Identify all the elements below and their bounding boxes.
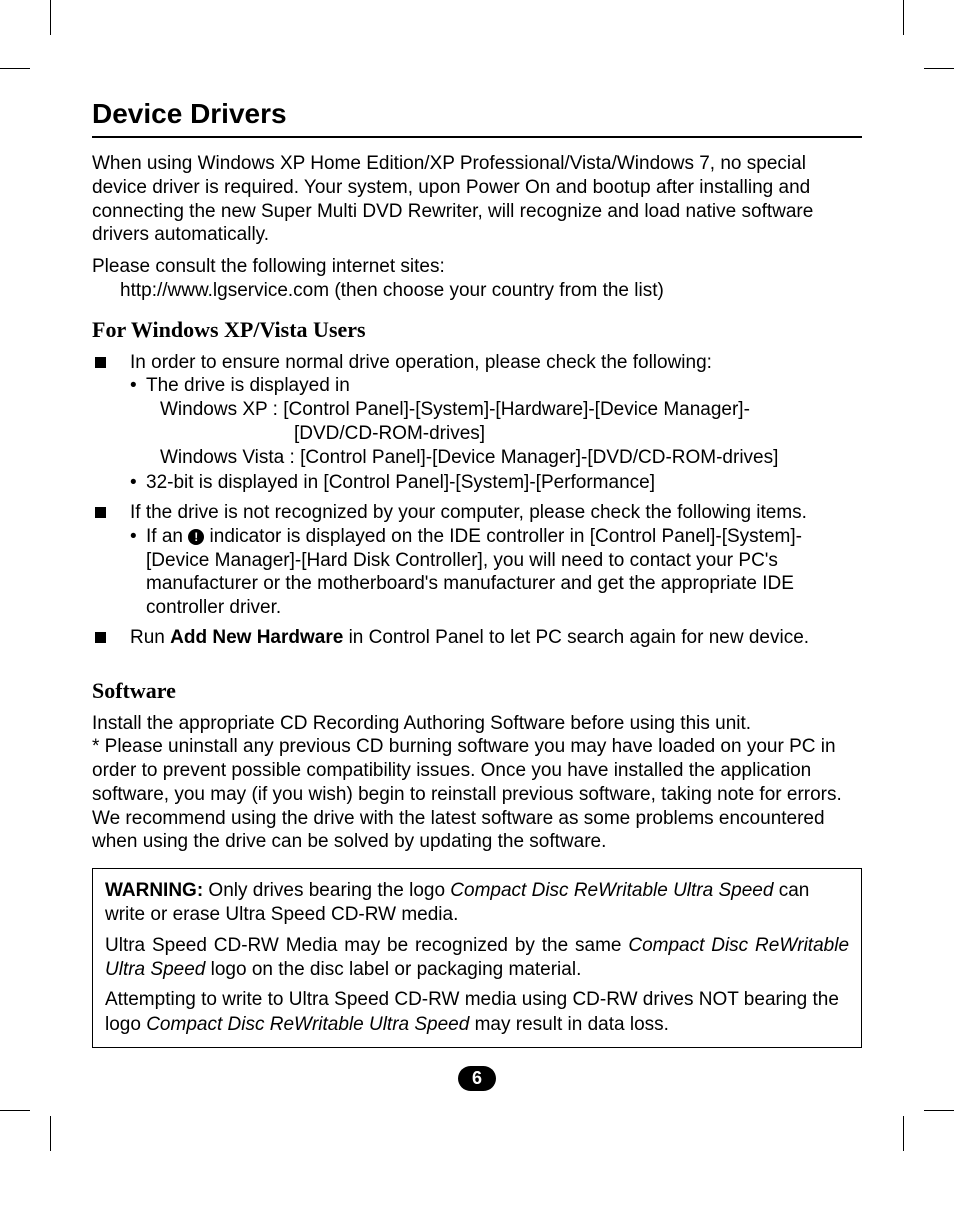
blk1-text: In order to ensure normal drive operatio… [130,352,712,373]
blk3-post: in Control Panel to let PC search again … [343,627,809,648]
warn-p2-post: logo on the disc label or packaging mate… [205,959,581,980]
crop-mark [924,1110,954,1111]
warn-p1-pre: Only drives bearing the logo [203,880,450,901]
list-item: In order to ensure normal drive operatio… [92,351,862,496]
software-line3: We recommend using the drive with the la… [92,807,862,855]
crop-mark [903,0,904,35]
blk3-pre: Run [130,627,170,648]
brand-italic: Compact Disc ReWritable Ultra Speed [146,1014,469,1035]
dot1-xp-cont: [DVD/CD-ROM-drives] [146,422,862,446]
consult-url: http://www.lgservice.com (then choose yo… [120,279,862,303]
crop-mark [50,1116,51,1151]
dot3-post: indicator is displayed on the IDE contro… [146,526,802,618]
dot1-xp: Windows XP : [Control Panel]-[System]-[H… [146,398,862,422]
brand-italic: Compact Disc ReWritable Ultra Speed [450,880,773,901]
warn-p3-post: may result in data loss. [469,1014,669,1035]
crop-mark [0,68,30,69]
warning-label: WARNING: [105,880,203,901]
software-line1: Install the appropriate CD Recording Aut… [92,712,862,736]
dot1-vista: Windows Vista : [Control Panel]-[Device … [146,446,862,470]
dot3-pre: If an [146,526,188,547]
list-item: If an ! indicator is displayed on the ID… [130,525,862,620]
bullet-list-dot: The drive is displayed in Windows XP : [… [130,374,862,495]
subhead-software: Software [92,678,862,704]
crop-mark [903,1116,904,1151]
page-number-container: 6 [92,1066,862,1092]
bullet-list-dot: If an ! indicator is displayed on the ID… [130,525,862,620]
blk3-bold: Add New Hardware [170,627,343,648]
warning-p1: WARNING: Only drives bearing the logo Co… [105,879,849,928]
crop-mark [924,68,954,69]
document-page: Device Drivers When using Windows XP Hom… [0,0,954,1151]
subhead-windows: For Windows XP/Vista Users [92,317,862,343]
blk2-text: If the drive is not recognized by your c… [130,502,807,523]
list-item: The drive is displayed in Windows XP : [… [130,374,862,469]
warning-p3: Attempting to write to Ultra Speed CD-RW… [105,988,849,1037]
warning-box: WARNING: Only drives bearing the logo Co… [92,868,862,1048]
warning-p2: Ultra Speed CD-RW Media may be recognize… [105,934,849,983]
consult-sites: Please consult the following internet si… [92,255,862,279]
dot1-line1: The drive is displayed in [146,375,350,396]
software-line2: * Please uninstall any previous CD burni… [92,735,862,806]
intro-paragraph: When using Windows XP Home Edition/XP Pr… [92,152,862,247]
list-item: 32-bit is displayed in [Control Panel]-[… [130,471,862,495]
list-item: Run Add New Hardware in Control Panel to… [92,626,862,650]
warning-icon: ! [188,529,204,545]
crop-mark [0,1110,30,1111]
bullet-list-square: In order to ensure normal drive operatio… [92,351,862,650]
page-title: Device Drivers [92,98,862,130]
warn-p2-pre: Ultra Speed CD-RW Media may be recognize… [105,935,628,956]
crop-mark [50,0,51,35]
page-number-badge: 6 [458,1066,496,1092]
title-underline [92,136,862,138]
list-item: If the drive is not recognized by your c… [92,501,862,620]
